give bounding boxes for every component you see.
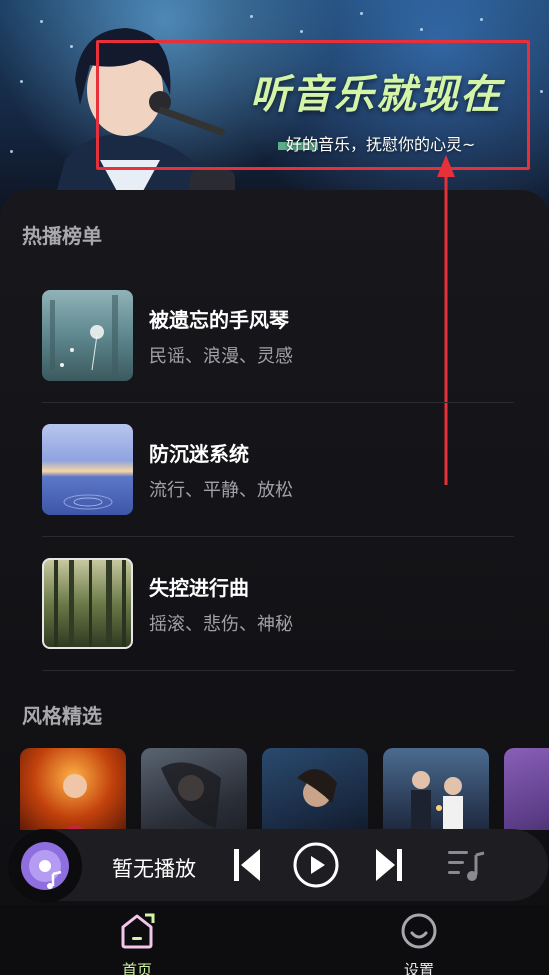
cover-image	[42, 558, 133, 649]
style-card[interactable]	[504, 748, 549, 830]
tab-settings[interactable]: 设置	[359, 911, 479, 975]
song-tags: 民谣、浪漫、灵感	[149, 346, 293, 367]
hero-banner[interactable]: 听音乐就现在 好的音乐，抚慰你的心灵~	[0, 0, 549, 215]
song-tags: 流行、平静、放松	[149, 480, 293, 501]
style-card-carousel[interactable]	[20, 748, 549, 830]
list-item[interactable]: 被遗忘的手风琴 民谣、浪漫、灵感	[42, 290, 514, 424]
tab-home[interactable]: 首页	[77, 911, 197, 975]
cover-image	[42, 424, 133, 515]
style-card[interactable]	[141, 748, 247, 830]
song-tags: 摇滚、悲伤、神秘	[149, 614, 293, 635]
style-card[interactable]	[383, 748, 489, 830]
style-card[interactable]	[262, 748, 368, 830]
mini-player[interactable]: 暂无播放	[8, 829, 548, 903]
tab-home-label: 首页	[121, 961, 152, 975]
style-card[interactable]	[20, 748, 126, 830]
now-playing-text: 暂无播放	[112, 857, 196, 881]
style-picks-title: 风格精选	[22, 704, 102, 728]
smile-icon	[401, 913, 437, 949]
play-icon[interactable]	[292, 841, 340, 889]
playlist-icon[interactable]	[446, 847, 486, 885]
list-item[interactable]: 失控进行曲 摇滚、悲伤、神秘	[42, 558, 514, 692]
bottom-tab-bar: 首页 设置	[0, 905, 549, 975]
list-item[interactable]: 防沉迷系统 流行、平静、放松	[42, 424, 514, 558]
disc-icon[interactable]	[8, 829, 82, 903]
song-title: 被遗忘的手风琴	[149, 308, 289, 332]
home-icon	[121, 913, 155, 949]
hot-chart-title: 热播榜单	[22, 224, 102, 248]
divider	[42, 402, 514, 403]
tab-settings-label: 设置	[403, 961, 434, 975]
divider	[42, 670, 514, 671]
divider	[42, 536, 514, 537]
song-title: 失控进行曲	[149, 576, 249, 600]
prev-icon[interactable]	[232, 843, 262, 887]
cover-image	[42, 290, 133, 381]
next-icon[interactable]	[374, 843, 404, 887]
banner-title: 听音乐就现在	[250, 72, 502, 118]
song-title: 防沉迷系统	[149, 442, 249, 466]
banner-subtitle: 好的音乐，抚慰你的心灵~	[286, 135, 476, 154]
